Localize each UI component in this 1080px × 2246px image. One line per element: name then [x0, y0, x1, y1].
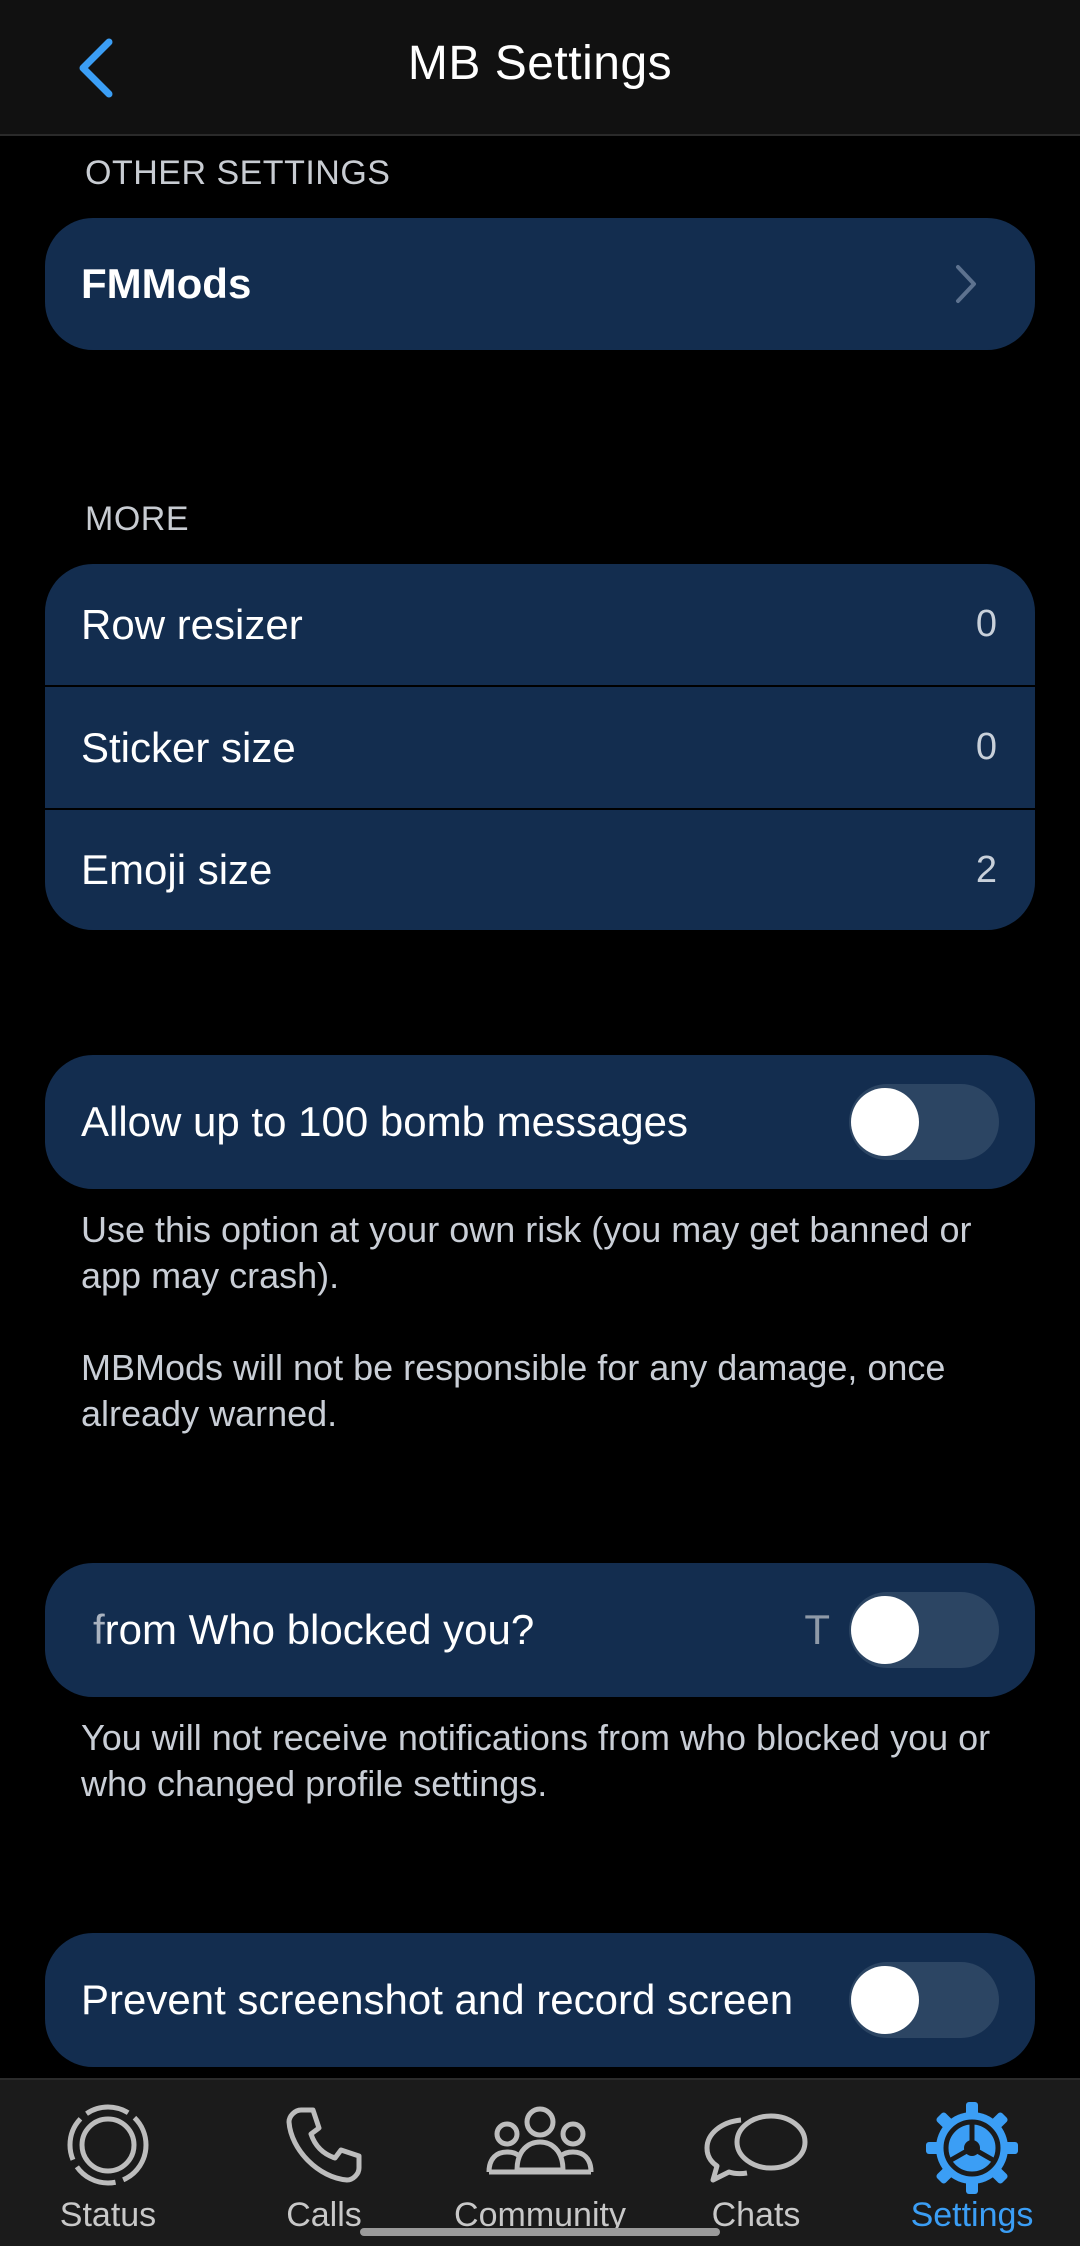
who-blocked-row[interactable]: f rom Who blocked you? T: [45, 1563, 1035, 1697]
responsibility-disclaimer: MBMods will not be responsible for any d…: [81, 1347, 946, 1434]
app-root: MB Settings OTHER SETTINGS FMMods MORE R…: [0, 0, 1080, 2246]
toggle-knob: [851, 1088, 919, 1156]
who-blocked-toggle[interactable]: [849, 1592, 999, 1668]
bottom-navigation: Status Calls Community Chats Settings: [0, 2078, 1080, 2246]
top-app-bar: MB Settings: [0, 0, 1080, 136]
page-title: MB Settings: [407, 37, 673, 90]
nav-chats[interactable]: Chats: [648, 2080, 864, 2246]
nav-status[interactable]: Status: [0, 2080, 216, 2246]
more-card: Row resizer 0 Sticker size 0 Emoji size …: [45, 564, 1035, 930]
prevent-screenshot-row[interactable]: Prevent screenshot and record screen: [45, 1933, 1035, 2067]
nav-settings[interactable]: Settings: [864, 2080, 1080, 2246]
emoji-size-label: Emoji size: [81, 846, 273, 893]
sticker-size-row[interactable]: Sticker size 0: [45, 687, 1035, 808]
bomb-messages-card: Allow up to 100 bomb messages: [45, 1055, 1035, 1189]
prevent-screenshot-label: Prevent screenshot and record screen: [81, 1976, 794, 2023]
section-label-more: MORE: [85, 500, 189, 538]
fmmods-row[interactable]: FMMods: [45, 218, 1035, 350]
prevent-screenshot-card: Prevent screenshot and record screen: [45, 1933, 1035, 2067]
toggle-knob: [851, 1596, 919, 1664]
nav-status-label: Status: [59, 2196, 157, 2234]
who-blocked-card: f rom Who blocked you? T: [45, 1563, 1035, 1697]
toggle-knob: [851, 1966, 919, 2034]
bomb-messages-row[interactable]: Allow up to 100 bomb messages: [45, 1055, 1035, 1189]
who-blocked-label: rom Who blocked you?: [104, 1606, 535, 1653]
community-icon: [486, 2106, 594, 2175]
sticker-size-label: Sticker size: [81, 723, 296, 771]
bomb-messages-toggle[interactable]: [849, 1084, 999, 1160]
truncated-text: T: [804, 1606, 830, 1653]
phone-icon: [286, 2107, 362, 2183]
other-settings-card: FMMods: [45, 218, 1035, 350]
chat-bubbles-icon: [704, 2113, 808, 2183]
nav-calls[interactable]: Calls: [216, 2080, 432, 2246]
row-resizer-value: 0: [975, 603, 997, 645]
sticker-size-value: 0: [975, 726, 997, 768]
nav-community[interactable]: Community: [432, 2080, 648, 2246]
status-icon: [67, 2104, 149, 2186]
nav-settings-label: Settings: [910, 2196, 1034, 2234]
prevent-screenshot-toggle[interactable]: [849, 1962, 999, 2038]
home-indicator[interactable]: [360, 2228, 720, 2236]
fmmods-label: FMMods: [81, 260, 252, 307]
section-label-other-settings: OTHER SETTINGS: [85, 154, 391, 192]
gear-icon: [926, 2102, 1018, 2194]
chevron-right-icon: [956, 265, 976, 303]
who-blocked-description: You will not receive notifications from …: [81, 1717, 991, 1804]
emoji-size-row[interactable]: Emoji size 2: [45, 810, 1035, 930]
bomb-warning-text: Use this option at your own risk (you ma…: [81, 1209, 972, 1296]
who-blocked-label-prefix: f: [93, 1606, 105, 1653]
emoji-size-value: 2: [975, 848, 997, 891]
row-resizer-label: Row resizer: [81, 600, 303, 648]
bomb-messages-label: Allow up to 100 bomb messages: [81, 1098, 689, 1145]
row-resizer-row[interactable]: Row resizer 0: [45, 564, 1035, 685]
